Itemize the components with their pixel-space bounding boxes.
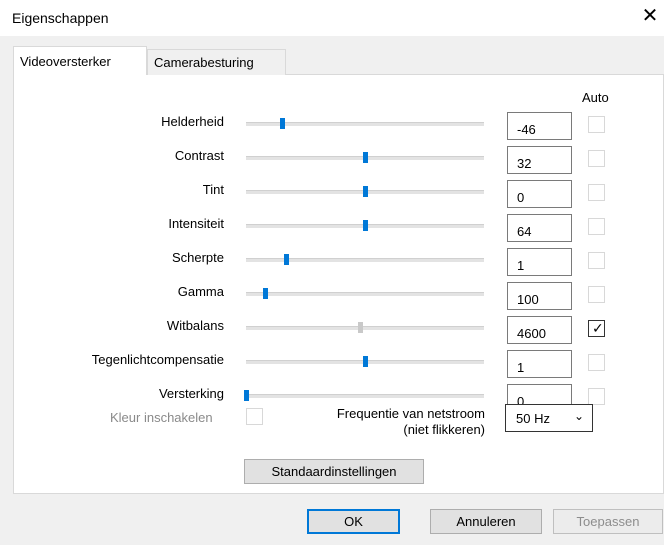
label-intensiteit: Intensiteit: [168, 216, 224, 231]
auto-checkbox-gamma: [588, 286, 605, 303]
label-gamma: Gamma: [177, 284, 224, 299]
slider-thumb-witbalans: [358, 322, 363, 333]
slider-tegenlichtcompensatie[interactable]: [246, 356, 484, 367]
auto-checkbox-intensiteit: [588, 218, 605, 235]
label-contrast: Contrast: [174, 148, 224, 163]
slider-tint[interactable]: [246, 186, 484, 197]
chevron-down-icon: ⌄: [574, 409, 585, 423]
value-helderheid[interactable]: -46: [507, 112, 572, 140]
slider-thumb-contrast[interactable]: [363, 152, 368, 163]
frequency-selected-value: 50 Hz: [516, 411, 550, 426]
value-contrast[interactable]: 32: [507, 146, 572, 174]
slider-contrast[interactable]: [246, 152, 484, 163]
label-tegenlichtcompensatie: Tegenlichtcompensatie: [91, 352, 224, 367]
slider-helderheid[interactable]: [246, 118, 484, 129]
label-helderheid: Helderheid: [161, 114, 224, 129]
label-versterking: Versterking: [158, 386, 224, 401]
label-witbalans: Witbalans: [166, 318, 224, 333]
slider-intensiteit[interactable]: [246, 220, 484, 231]
frequency-label-line2: (niet flikkeren): [403, 422, 485, 437]
slider-scherpte[interactable]: [246, 254, 484, 265]
slider-gamma[interactable]: [246, 288, 484, 299]
slider-thumb-scherpte[interactable]: [284, 254, 289, 265]
auto-checkbox-versterking: [588, 388, 605, 405]
frequency-select[interactable]: 50 Hz ⌄: [505, 404, 593, 432]
auto-checkbox-scherpte: [588, 252, 605, 269]
slider-thumb-tint[interactable]: [363, 186, 368, 197]
checkmark-icon: ✓: [592, 320, 604, 336]
auto-column-header: Auto: [582, 90, 609, 105]
window-title: Eigenschappen: [12, 10, 109, 26]
value-witbalans[interactable]: 4600: [507, 316, 572, 344]
frequency-label-line1: Frequentie van netstroom: [336, 406, 485, 421]
auto-checkbox-tegenlichtcompensatie: [588, 354, 605, 371]
auto-checkbox-contrast: [588, 150, 605, 167]
label-scherpte: Scherpte: [171, 250, 224, 265]
value-tint[interactable]: 0: [507, 180, 572, 208]
color-enable-label: Kleur inschakelen: [110, 410, 213, 425]
slider-versterking[interactable]: [244, 390, 484, 401]
value-gamma[interactable]: 100: [507, 282, 572, 310]
value-intensiteit[interactable]: 64: [507, 214, 572, 242]
auto-checkbox-witbalans[interactable]: ✓: [588, 320, 605, 337]
color-enable-checkbox[interactable]: [246, 408, 263, 425]
slider-thumb-gamma[interactable]: [263, 288, 268, 299]
tab-videoversterker[interactable]: Videoversterker: [13, 46, 147, 75]
slider-witbalans: [246, 322, 484, 333]
ok-button[interactable]: OK: [307, 509, 400, 534]
defaults-button[interactable]: Standaardinstellingen: [244, 459, 424, 484]
value-scherpte[interactable]: 1: [507, 248, 572, 276]
label-tint: Tint: [202, 182, 224, 197]
tab-camerabesturing[interactable]: Camerabesturing: [147, 49, 286, 75]
value-tegenlichtcompensatie[interactable]: 1: [507, 350, 572, 378]
slider-thumb-intensiteit[interactable]: [363, 220, 368, 231]
apply-button: Toepassen: [553, 509, 663, 534]
auto-checkbox-tint: [588, 184, 605, 201]
slider-thumb-helderheid[interactable]: [280, 118, 285, 129]
auto-checkbox-helderheid: [588, 116, 605, 133]
frequency-label: Frequentie van netstroom (niet flikkeren…: [289, 406, 485, 438]
cancel-button[interactable]: Annuleren: [430, 509, 542, 534]
slider-thumb-versterking[interactable]: [244, 390, 249, 401]
close-icon[interactable]: ✕: [640, 5, 660, 27]
slider-thumb-tegenlichtcompensatie[interactable]: [363, 356, 368, 367]
